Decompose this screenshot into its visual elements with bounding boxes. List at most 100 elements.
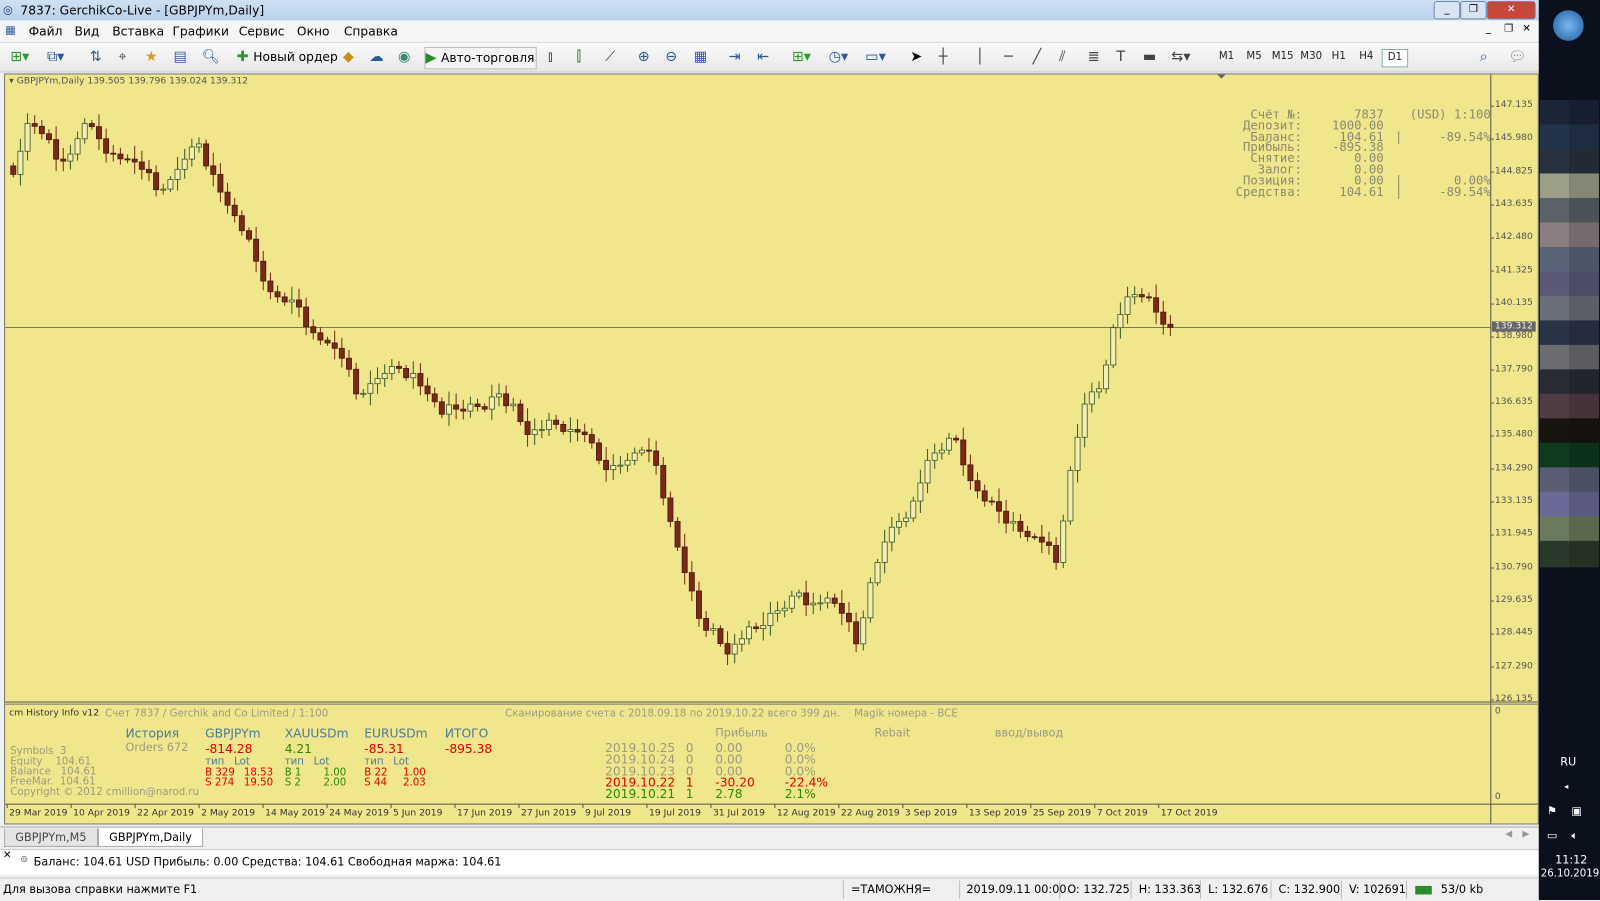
menu-view[interactable]: Вид [74,24,99,38]
clock-date[interactable]: 26.10.2019 [1541,868,1599,879]
bull-candle [160,188,167,191]
tray-expand-icon[interactable]: ◂ [1564,782,1568,791]
display-icon[interactable]: ▭ [1547,829,1558,842]
new-order-button[interactable]: ✚ Новый ордер [237,47,339,67]
bull-candle [931,452,938,461]
profiles-icon[interactable]: ⧉▾ [47,47,64,67]
auto-trading-button[interactable]: ▶ Авто-торговля [424,46,537,70]
menu-bar: ▦ Файл Вид Вставка Графики Сервис Окно С… [0,20,1539,43]
market-watch-icon[interactable]: ⇅ [90,47,102,67]
timeframe-m15[interactable]: M15 [1270,49,1294,65]
menu-file[interactable]: Файл [29,24,63,38]
sell-lot: 19.50 [243,777,274,789]
trendline-icon[interactable]: ╱ [1033,47,1042,67]
price-label: 138.980 [1494,330,1533,342]
cursor-icon[interactable]: ➤ [910,47,922,67]
timeframe-m30[interactable]: M30 [1299,49,1323,65]
bull-candle [796,592,802,597]
balance-icon: ⊚ [20,855,29,866]
flag-icon[interactable]: ⚑ [1547,804,1557,817]
bear-candle [653,450,660,466]
bear-candle [296,299,302,308]
chart-shift-icon[interactable]: ⇥ [729,47,741,67]
text-icon[interactable]: T [1116,47,1125,67]
volume-icon[interactable]: 🔈︎ [1571,829,1578,843]
clock-time[interactable]: 11:12 [1555,853,1587,866]
periods-icon[interactable]: ◷▾ [829,47,849,67]
metaeditor-icon[interactable]: ◆ [343,47,354,67]
tab-gbpjpym-daily[interactable]: GBPJPYm,Daily [97,828,204,847]
timeframe-m5[interactable]: M5 [1242,49,1266,65]
label-icon[interactable]: ▬ [1143,47,1157,67]
symbol-column: EURUSDm -85.31 тип Lot B 22 1.00 S 44 2.… [364,727,444,789]
channel-icon[interactable]: ⫽ [1059,47,1065,67]
candlestick-icon[interactable]: ⫿ [577,47,582,67]
indicator-panel: cm History Info v12 Счет 7837 / Gerchik … [5,704,1490,805]
navigator-icon[interactable]: ★ [145,47,158,67]
data-window-icon[interactable]: ⌖ [118,47,126,67]
bear-candle [403,368,410,379]
terminal-icon[interactable]: ▤ [173,47,187,67]
copyright: Copyright © 2012 cmillion@narod.ru [10,786,200,798]
tab-scroll-left[interactable]: ◀ [1505,830,1512,840]
search-icon[interactable]: ⌕ [1480,47,1488,67]
templates-icon[interactable]: ▭▾ [865,47,886,67]
crosshair-icon[interactable]: ┼ [939,47,948,67]
new-chart-icon[interactable]: ⊞▾ [10,47,29,67]
timeframe-d1[interactable]: D1 [1381,48,1409,68]
signals-icon[interactable]: ☁ [369,47,383,67]
type-lot-header: тип Lot [205,756,250,768]
desktop-thumbnail [1569,99,1599,127]
bear-candle [303,306,310,328]
bear-candle [1053,545,1060,563]
status-bar: Для вызова справки нажмите F1 =ТАМОЖНЯ= … [0,877,1539,901]
indicators-icon[interactable]: ⊞▾ [792,47,811,67]
network-icon[interactable]: ▣ [1571,804,1582,817]
vertical-line-icon[interactable]: │ [976,47,985,67]
start-button[interactable] [1553,10,1584,41]
bear-candle [438,401,445,415]
bar-chart-icon[interactable]: ⫾ [548,47,553,67]
arrows-icon[interactable]: ⇆▾ [1171,47,1190,67]
tile-windows-icon[interactable]: ▦ [694,47,708,67]
child-close-button[interactable]: ✕ [1522,23,1531,34]
bull-candle [781,607,788,612]
tab-scroll-right[interactable]: ▶ [1522,830,1529,840]
bear-candle [1038,536,1045,543]
child-restore-button[interactable]: ❐ [1504,23,1513,34]
bear-candle [274,291,281,298]
desktop-thumbnail [1569,295,1599,323]
strategy-tester-icon[interactable]: 🔍︎ [202,47,220,67]
horizontal-line-icon[interactable]: ─ [1004,47,1013,67]
timeframe-h4[interactable]: H4 [1354,49,1378,65]
language-indicator[interactable]: RU [1560,755,1576,768]
chat-icon[interactable]: 💬︎ [1508,47,1526,67]
bear-candle [660,465,667,499]
bear-candle [267,280,274,293]
desktop-thumbnail [1569,442,1599,470]
bull-candle [1060,520,1067,563]
timeframe-m1[interactable]: M1 [1214,49,1238,65]
child-minimize-button[interactable]: _ [1486,23,1491,34]
terminal-close-icon[interactable]: ✕ [3,850,12,861]
maximize-button[interactable]: ❐ [1460,1,1487,20]
zoom-in-icon[interactable]: ⊕ [638,47,650,67]
menu-insert[interactable]: Вставка [112,24,164,38]
tab-gbpjpym-m5[interactable]: GBPJPYm,M5 [4,828,98,847]
bear-candle [246,230,252,240]
menu-help[interactable]: Справка [344,24,398,38]
menu-window[interactable]: Окно [297,24,330,38]
time-label: 12 Aug 2019 [776,808,836,819]
fibonacci-icon[interactable]: ≣ [1088,47,1100,67]
menu-tools[interactable]: Сервис [239,24,285,38]
autoscroll-icon[interactable]: ⇤ [757,47,769,67]
market-icon[interactable]: ◉ [398,47,410,67]
time-label: 29 Mar 2019 [9,808,68,819]
timeframe-h1[interactable]: H1 [1327,49,1351,65]
zoom-out-icon[interactable]: ⊖ [665,47,677,67]
chart-window[interactable]: ▾ GBPJPYm,Daily 139.505 139.796 139.024 … [4,73,1539,825]
line-chart-icon[interactable]: ⟋ [605,47,615,67]
menu-charts[interactable]: Графики [172,24,229,38]
close-button[interactable]: ✕ [1486,1,1536,20]
minimize-button[interactable]: _ [1433,1,1461,20]
